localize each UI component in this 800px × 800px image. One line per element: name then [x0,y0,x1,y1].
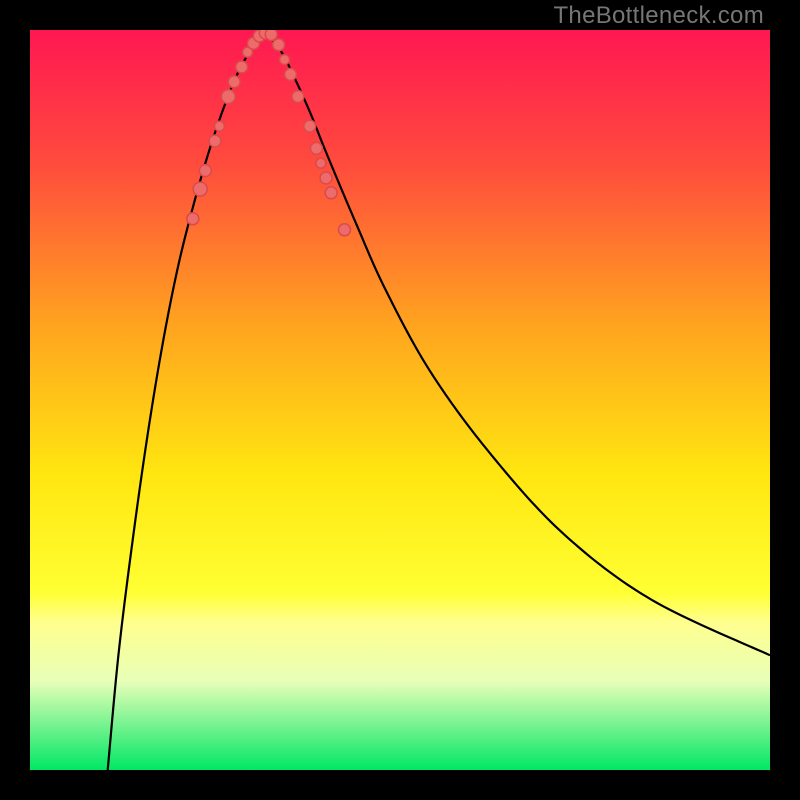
data-point [292,91,304,103]
data-point [280,55,290,65]
data-point [214,121,224,131]
data-point [199,165,211,177]
data-point [193,182,207,196]
data-point [228,76,240,88]
data-point [236,61,248,73]
data-point [325,187,337,199]
data-point [221,90,235,104]
data-point [284,68,296,80]
data-point [339,224,351,236]
data-point [320,172,332,184]
chart-svg [30,30,770,770]
watermark-text: TheBottleneck.com [553,2,764,30]
plot-area [30,30,770,770]
data-point [304,120,316,132]
data-point [209,135,221,147]
data-point [187,213,199,225]
data-point [310,142,322,154]
data-point [273,39,285,51]
data-point [316,158,326,168]
gradient-background [30,30,770,770]
chart-container: TheBottleneck.com [0,0,800,800]
